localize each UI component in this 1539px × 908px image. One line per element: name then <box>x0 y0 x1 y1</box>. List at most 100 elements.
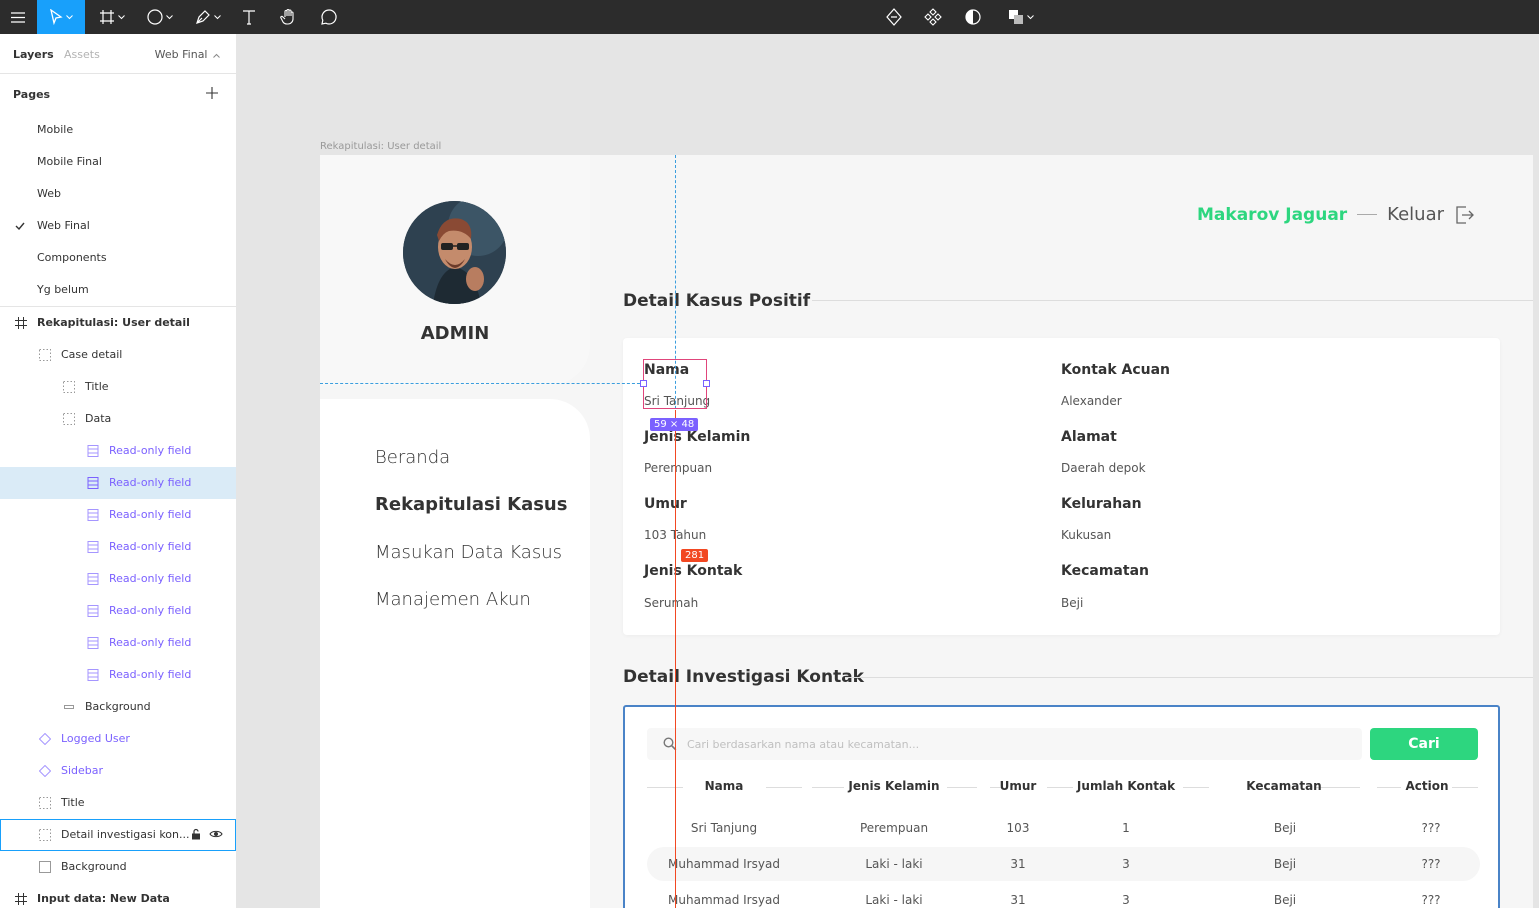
eye-icon[interactable] <box>209 828 223 840</box>
layer-row[interactable]: Detail investigasi kon... <box>0 819 236 851</box>
search-input[interactable] <box>687 728 1347 760</box>
shape-tool-button[interactable] <box>140 0 180 34</box>
layer-row[interactable]: Read-only field <box>0 627 236 659</box>
boolean-button[interactable] <box>1003 0 1039 34</box>
layer-row[interactable]: Logged User <box>0 723 236 755</box>
table-header-jenis-kelamin: Jenis Kelamin <box>848 779 940 793</box>
layer-label: Read-only field <box>109 604 192 617</box>
tab-assets[interactable]: Assets <box>64 48 100 61</box>
text-icon <box>243 10 255 25</box>
layer-row[interactable]: Rekapitulasi: User detail <box>0 307 236 339</box>
layer-label: Read-only field <box>109 636 192 649</box>
nav-item-rekapitulasi[interactable]: Rekapitulasi Kasus <box>375 494 567 515</box>
table-action[interactable]: ??? <box>1421 821 1440 835</box>
page-item-mobile[interactable]: Mobile <box>0 114 236 146</box>
layer-row[interactable]: Title <box>0 371 236 403</box>
page-item-label: Mobile Final <box>37 155 102 168</box>
layer-row[interactable]: Read-only field <box>0 563 236 595</box>
nav-item-beranda[interactable]: Beranda <box>375 447 450 468</box>
design-frame[interactable]: ADMIN Beranda Rekapitulasi Kasus Masukan… <box>320 155 1533 908</box>
sidebar: Beranda Rekapitulasi Kasus Masukan Data … <box>320 399 590 908</box>
table-row[interactable]: Muhammad Irsyad Laki - laki 31 3 Beji ??… <box>647 847 1480 881</box>
layer-row[interactable]: Data <box>0 403 236 435</box>
layer-row[interactable]: Input data: New Data <box>0 883 236 908</box>
page-item-web[interactable]: Web <box>0 178 236 210</box>
table-row[interactable]: Muhammad Irsyad Laki - laki 31 3 Beji ??… <box>647 883 1480 908</box>
section-divider <box>845 677 1533 678</box>
layer-row[interactable]: Read-only field <box>0 595 236 627</box>
field-label-alamat: Alamat <box>1061 429 1117 445</box>
resize-handle[interactable] <box>703 380 710 387</box>
table-header-nama: Nama <box>704 779 744 793</box>
add-page-icon[interactable] <box>205 86 219 100</box>
field-label-kelurahan: Kelurahan <box>1061 496 1142 512</box>
user-name[interactable]: Makarov Jaguar <box>1197 205 1347 225</box>
table-cell: 103 <box>1006 821 1030 835</box>
avatar <box>403 201 506 304</box>
layer-label: Detail investigasi kon... <box>61 828 190 841</box>
move-tool-button[interactable] <box>37 0 85 34</box>
pen-tool-button[interactable] <box>188 0 228 34</box>
table-action[interactable]: ??? <box>1421 857 1440 871</box>
header-rule <box>947 787 977 788</box>
alignment-guide <box>320 383 645 384</box>
layer-row[interactable]: Title <box>0 787 236 819</box>
comment-tool-button[interactable] <box>316 0 342 34</box>
layer-row[interactable]: Read-only field <box>0 499 236 531</box>
search-box <box>647 728 1362 760</box>
chevron-down-icon <box>66 14 73 19</box>
selection-box[interactable] <box>643 359 707 409</box>
layer-label: Sidebar <box>61 764 104 777</box>
layer-row[interactable]: Read-only field <box>0 467 236 499</box>
logout-icon[interactable] <box>1454 205 1474 225</box>
text-tool-button[interactable] <box>236 0 262 34</box>
pages-title: Pages <box>13 88 51 101</box>
header-rule <box>1316 787 1360 788</box>
frame-tool-button[interactable] <box>92 0 132 34</box>
table-action[interactable]: ??? <box>1421 893 1440 907</box>
table-row[interactable]: Sri Tanjung Perempuan 103 1 Beji ??? <box>647 811 1480 845</box>
create-component-button[interactable] <box>882 0 906 34</box>
layer-row[interactable]: Background <box>0 691 236 723</box>
group-icon <box>39 829 51 841</box>
frame-label[interactable]: Rekapitulasi: User detail <box>320 141 441 152</box>
investigation-card: Cari Nama Jenis Kelamin Umur Jumlah Kont… <box>623 705 1500 908</box>
page-item-components[interactable]: Components <box>0 242 236 274</box>
layer-label: Background <box>85 700 151 713</box>
layer-row[interactable]: Background <box>0 851 236 883</box>
layer-row[interactable]: Read-only field <box>0 531 236 563</box>
page-item-yg-belum[interactable]: Yg belum <box>0 274 236 306</box>
page-selector[interactable]: Web Final <box>155 48 220 61</box>
search-button[interactable]: Cari <box>1370 728 1478 760</box>
hand-tool-button[interactable] <box>276 0 302 34</box>
layer-label: Title <box>85 380 109 393</box>
page-item-mobile-final[interactable]: Mobile Final <box>0 146 236 178</box>
component-button[interactable] <box>921 0 945 34</box>
logout-link[interactable]: Keluar <box>1387 204 1444 225</box>
ellipse-icon <box>147 9 163 25</box>
header-rule <box>766 787 802 788</box>
tab-layers[interactable]: Layers <box>13 48 54 61</box>
layer-row[interactable]: Sidebar <box>0 755 236 787</box>
swap-icon <box>886 8 902 26</box>
separator <box>1357 214 1378 215</box>
mask-button[interactable] <box>961 0 985 34</box>
page-item-web-final[interactable]: Web Final <box>0 210 236 242</box>
component-instance-icon <box>87 669 99 681</box>
unlock-icon[interactable] <box>191 828 201 840</box>
selection-size-badge: 59 × 48 <box>650 418 699 431</box>
nav-item-masukan-data[interactable]: Masukan Data Kasus <box>375 542 562 563</box>
layer-row[interactable]: Read-only field <box>0 435 236 467</box>
table-cell: Beji <box>1273 893 1297 907</box>
field-value-kecamatan: Beji <box>1061 596 1084 610</box>
frame-icon <box>15 893 27 905</box>
page-item-label: Yg belum <box>37 283 89 296</box>
layer-row[interactable]: Case detail <box>0 339 236 371</box>
nav-item-manajemen-akun[interactable]: Manajemen Akun <box>375 589 531 610</box>
contrast-icon <box>965 9 981 25</box>
main-menu-button[interactable] <box>0 0 36 34</box>
resize-handle[interactable] <box>640 380 647 387</box>
table-header-action: Action <box>1405 779 1449 793</box>
layer-row[interactable]: Read-only field <box>0 659 236 691</box>
component-instance-icon <box>87 477 99 489</box>
